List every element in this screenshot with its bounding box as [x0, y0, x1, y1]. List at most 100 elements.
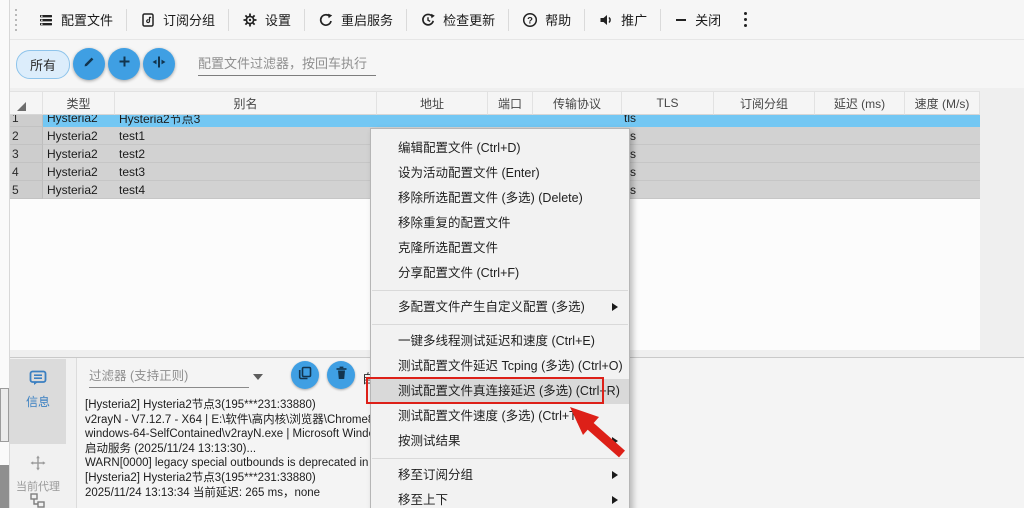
cell-type[interactable]: Hysteria2: [43, 163, 115, 181]
v2rayn-window: 配置文件 订阅分组 设置 重启服务 检查更新 ? 帮助 推广 关闭 所有 配置文…: [0, 0, 1024, 508]
row-number[interactable]: 2: [10, 127, 43, 145]
subscription-group-button[interactable]: 订阅分组: [127, 5, 228, 35]
restart-service-button[interactable]: 重启服务: [305, 5, 406, 35]
col-header-port[interactable]: 端口: [488, 91, 533, 115]
col-header-speed[interactable]: 速度 (M/s): [905, 91, 980, 115]
menu-item-move-up-down[interactable]: 移至上下: [371, 488, 629, 508]
menu-item-set-active[interactable]: 设为活动配置文件 (Enter): [371, 161, 629, 186]
move-arrows-icon: [30, 455, 46, 476]
more-menu-button[interactable]: [734, 12, 757, 27]
chevron-down-icon: [253, 374, 263, 380]
cell-speed[interactable]: [905, 181, 980, 199]
tab-info[interactable]: 信息: [10, 359, 66, 444]
restart-button-label: 重启服务: [341, 13, 394, 28]
copy-log-button[interactable]: [291, 361, 319, 389]
scrollbar-thumb[interactable]: [0, 388, 9, 442]
cell-subgroup[interactable]: [714, 181, 815, 199]
col-header-tls[interactable]: TLS: [622, 91, 714, 115]
cell-delay[interactable]: [815, 145, 905, 163]
menu-separator: [372, 290, 628, 291]
log-filter-input[interactable]: [89, 364, 249, 388]
col-header-transport[interactable]: 传输协议: [533, 91, 622, 115]
row-number[interactable]: 4: [10, 163, 43, 181]
column-adjust-button[interactable]: [143, 48, 176, 80]
column-adjust-icon: [151, 54, 167, 75]
cell-speed[interactable]: [905, 127, 980, 145]
add-profile-button[interactable]: [108, 48, 141, 80]
promotion-button-label: 推广: [621, 13, 648, 28]
profile-filter-input[interactable]: [198, 52, 377, 76]
menu-item-edit-profile[interactable]: 编辑配置文件 (Ctrl+D): [371, 136, 629, 161]
cell-alias[interactable]: test4: [115, 181, 377, 199]
profiles-list-icon: [38, 12, 54, 28]
cell-alias[interactable]: test1: [115, 127, 377, 145]
profiles-button[interactable]: 配置文件: [25, 5, 126, 35]
cell-delay[interactable]: [815, 163, 905, 181]
window-left-scrollbar: [0, 0, 10, 508]
plus-icon: [117, 54, 132, 74]
row-number[interactable]: 5: [10, 181, 43, 199]
col-header-type[interactable]: 类型: [43, 91, 115, 115]
pencil-icon: [82, 54, 97, 74]
subscription-button-label: 订阅分组: [163, 13, 216, 28]
cell-tls[interactable]: tls: [622, 163, 714, 181]
cell-speed[interactable]: [905, 145, 980, 163]
submenu-arrow-icon: [612, 496, 618, 504]
help-icon: ?: [522, 12, 538, 28]
cell-type[interactable]: Hysteria2: [43, 181, 115, 199]
close-button[interactable]: 关闭: [661, 5, 734, 35]
kebab-icon: [744, 12, 748, 15]
cell-tls[interactable]: tls: [622, 145, 714, 163]
help-button-label: 帮助: [545, 13, 572, 28]
group-chip-all[interactable]: 所有: [16, 49, 71, 79]
cell-alias[interactable]: test2: [115, 145, 377, 163]
cell-delay[interactable]: [815, 181, 905, 199]
cell-subgroup[interactable]: [714, 163, 815, 181]
help-button[interactable]: ? 帮助: [509, 5, 584, 35]
speaker-icon: [598, 12, 614, 28]
chat-bubble-icon: [29, 370, 47, 391]
tab-connections[interactable]: [29, 493, 47, 508]
edit-profile-button[interactable]: [73, 48, 106, 80]
menu-separator: [372, 324, 628, 325]
menu-item-remove-duplicates[interactable]: 移除重复的配置文件: [371, 211, 629, 236]
network-nodes-icon: [29, 493, 47, 508]
menu-item-clone-selected[interactable]: 克隆所选配置文件: [371, 236, 629, 261]
cell-subgroup[interactable]: [714, 145, 815, 163]
trash-icon: [335, 366, 348, 385]
col-header-address[interactable]: 地址: [377, 91, 488, 115]
menu-item-multithread-test[interactable]: 一键多线程测试延迟和速度 (Ctrl+E): [371, 329, 629, 354]
col-header-alias[interactable]: 别名: [115, 91, 377, 115]
menu-item-share-profile[interactable]: 分享配置文件 (Ctrl+F): [371, 261, 629, 286]
cell-tls[interactable]: tls: [622, 181, 714, 199]
row-number[interactable]: 3: [10, 145, 43, 163]
settings-button-label: 设置: [265, 13, 292, 28]
promotion-button[interactable]: 推广: [585, 5, 660, 35]
gear-icon: [242, 12, 258, 28]
menu-item-remove-selected[interactable]: 移除所选配置文件 (多选) (Delete): [371, 186, 629, 211]
menu-item-tcping-test[interactable]: 测试配置文件延迟 Tcping (多选) (Ctrl+O): [371, 354, 629, 379]
cell-type[interactable]: Hysteria2: [43, 127, 115, 145]
cell-delay[interactable]: [815, 127, 905, 145]
profiles-button-label: 配置文件: [61, 13, 114, 28]
settings-button[interactable]: 设置: [229, 5, 304, 35]
select-all-corner[interactable]: [10, 91, 43, 115]
cell-alias[interactable]: test3: [115, 163, 377, 181]
col-header-delay[interactable]: 延迟 (ms): [815, 91, 905, 115]
sort-corner-icon: [17, 102, 26, 111]
cell-subgroup[interactable]: [714, 127, 815, 145]
menu-item-multi-custom-config[interactable]: 多配置文件产生自定义配置 (多选): [371, 295, 629, 320]
toolbar-grip[interactable]: [13, 7, 19, 32]
cell-type[interactable]: Hysteria2: [43, 145, 115, 163]
log-filter-combo[interactable]: [89, 364, 271, 390]
profile-filter-bar: 所有: [10, 40, 1024, 88]
clear-log-button[interactable]: [327, 361, 355, 389]
check-update-button[interactable]: 检查更新: [407, 5, 508, 35]
main-toolbar: 配置文件 订阅分组 设置 重启服务 检查更新 ? 帮助 推广 关闭: [10, 0, 1024, 40]
cell-tls[interactable]: tls: [622, 127, 714, 145]
copy-icon: [298, 366, 312, 385]
cell-speed[interactable]: [905, 163, 980, 181]
update-clock-icon: [420, 12, 436, 28]
col-header-subgroup[interactable]: 订阅分组: [714, 91, 815, 115]
close-button-label: 关闭: [695, 13, 722, 28]
